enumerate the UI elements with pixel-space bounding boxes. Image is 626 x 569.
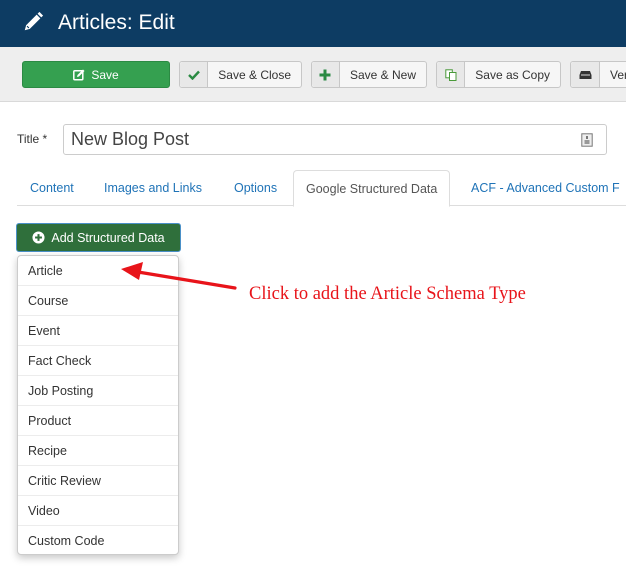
plus-icon [312,62,340,87]
page-title: Articles: Edit [58,11,175,34]
field-lock-icon [581,132,593,147]
title-input-value: New Blog Post [71,129,190,149]
tab-images-and-links[interactable]: Images and Links [104,170,202,206]
save-new-label: Save & New [349,67,416,82]
plus-circle-icon [32,231,45,244]
archive-icon [571,62,600,87]
pencil-icon [24,11,44,31]
save-button[interactable]: Save [22,61,170,88]
toolbar: Save Save & Close Save & New Save as Cop… [0,47,626,102]
save-as-copy-label: Save as Copy [475,67,550,82]
tab-content[interactable]: Content [30,170,74,206]
annotation-arrow-icon [121,262,237,290]
menu-item-video[interactable]: Video [18,496,178,526]
add-structured-data-button[interactable]: Add Structured Data [16,223,181,252]
tab-options[interactable]: Options [234,170,277,206]
structured-data-type-menu: Article Course Event Fact Check Job Post… [17,255,179,555]
versions-label: Vers [610,67,626,82]
title-label: Title * [17,132,48,146]
page-header: Articles: Edit [0,0,626,47]
menu-item-custom-code[interactable]: Custom Code [18,526,178,554]
add-structured-data-label: Add Structured Data [51,230,165,245]
annotation-text: Click to add the Article Schema Type [249,284,526,304]
save-as-copy-button[interactable]: Save as Copy [436,61,561,88]
copy-icon [437,62,466,87]
edit-icon [73,69,85,81]
menu-item-recipe[interactable]: Recipe [18,436,178,466]
menu-item-event[interactable]: Event [18,316,178,346]
save-close-label: Save & Close [218,67,291,82]
menu-item-fact-check[interactable]: Fact Check [18,346,178,376]
save-close-button[interactable]: Save & Close [179,61,302,88]
tab-acf-advanced-custom-fields[interactable]: ACF - Advanced Custom F [471,170,620,206]
save-button-label: Save [91,67,119,82]
tab-google-structured-data[interactable]: Google Structured Data [293,170,451,207]
versions-button[interactable]: Vers [570,61,626,88]
menu-item-critic-review[interactable]: Critic Review [18,466,178,496]
menu-item-product[interactable]: Product [18,406,178,436]
tab-bar: Content Images and Links Options Google … [17,170,626,207]
check-icon [180,62,209,87]
title-input[interactable]: New Blog Post [63,124,607,155]
menu-item-job-posting[interactable]: Job Posting [18,376,178,406]
save-new-button[interactable]: Save & New [311,61,427,88]
